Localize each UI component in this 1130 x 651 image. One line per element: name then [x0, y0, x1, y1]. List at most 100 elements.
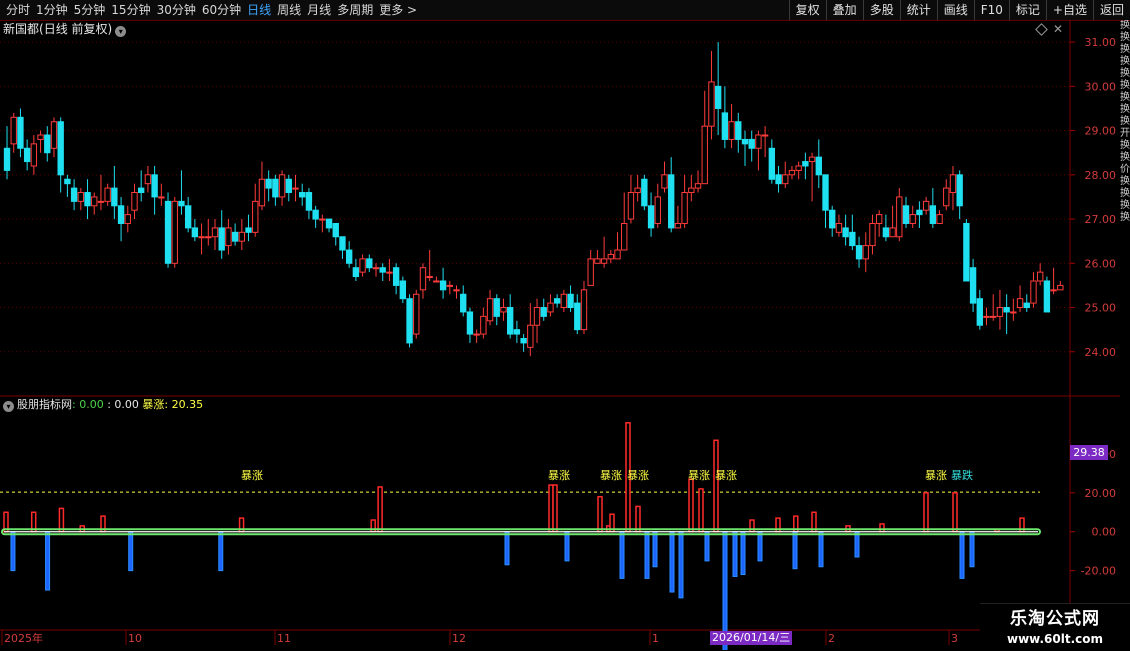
- bear-bar: [652, 531, 658, 568]
- candle: [50, 117, 58, 158]
- candle-body: [258, 178, 266, 207]
- candle-body: [694, 183, 702, 189]
- close-icon[interactable]: ✕: [1053, 21, 1063, 37]
- candle-body: [701, 125, 708, 185]
- price-tick-label: 31.00: [1085, 36, 1117, 49]
- candle-body: [84, 192, 91, 207]
- candle-body: [721, 112, 729, 140]
- chevron-down-icon[interactable]: ▾: [3, 401, 14, 412]
- candle-body: [460, 293, 467, 313]
- candle-body: [124, 214, 131, 224]
- candle: [553, 294, 561, 308]
- candle: [862, 232, 869, 273]
- candle-body: [1016, 298, 1024, 309]
- candle: [500, 298, 507, 321]
- candle: [252, 183, 259, 237]
- candle-body: [238, 231, 246, 242]
- candle-body: [882, 227, 890, 238]
- candle: [929, 188, 937, 228]
- candle-body: [835, 222, 843, 233]
- bull-bar: [688, 478, 694, 533]
- candle: [439, 267, 447, 299]
- candle: [990, 294, 997, 321]
- candle-body: [332, 222, 339, 238]
- bear-bar: [959, 531, 965, 579]
- candle: [1030, 272, 1037, 308]
- candle-body: [990, 315, 997, 318]
- candle: [822, 174, 829, 228]
- candle-body: [815, 156, 822, 176]
- candle-body: [580, 289, 588, 331]
- candle-body: [131, 192, 138, 211]
- candle-body: [184, 205, 192, 229]
- candle-body: [600, 258, 608, 264]
- candle-body: [272, 178, 279, 198]
- chevron-down-icon[interactable]: ▾: [115, 26, 127, 37]
- candle: [795, 161, 802, 180]
- candle-body: [151, 174, 158, 198]
- stock-title: 新国都(日线 前复权) ▾: [3, 21, 127, 37]
- candle-body: [178, 200, 185, 207]
- candle: [580, 280, 588, 335]
- candle-body: [1023, 302, 1030, 309]
- candle-body: [366, 258, 373, 269]
- candle: [57, 117, 64, 193]
- candle: [245, 214, 252, 242]
- candle: [829, 205, 836, 237]
- candle: [641, 174, 648, 211]
- date-tick-label: 2: [828, 632, 835, 645]
- date-tick-label: 10: [128, 632, 142, 645]
- bull-bar: [635, 505, 641, 533]
- candle: [996, 289, 1004, 330]
- candle-body: [158, 196, 165, 199]
- candle-body: [916, 209, 923, 216]
- candle-body: [875, 214, 883, 224]
- price-tick-label: 24.00: [1085, 346, 1117, 359]
- candle: [158, 183, 165, 206]
- candle-body: [1003, 307, 1010, 313]
- candle-body: [936, 214, 943, 224]
- candle-body: [453, 289, 460, 292]
- indicator-tick-label: 20.00: [1085, 487, 1117, 500]
- candle: [446, 280, 453, 295]
- crosshair-price-label: 29.38: [1070, 445, 1108, 460]
- price-tick-label: 25.00: [1085, 302, 1117, 315]
- signal-label: 暴涨: [715, 469, 737, 482]
- bear-bar: [969, 531, 975, 568]
- stock-mode: (日线 前复权): [39, 22, 113, 36]
- candle-body: [929, 205, 937, 224]
- candle-body: [527, 324, 534, 348]
- bear-bar: [740, 531, 746, 576]
- candle-body: [507, 307, 514, 335]
- candle-body: [889, 227, 896, 238]
- candle: [507, 294, 514, 339]
- indicator-name: 股朋指标网: [17, 398, 72, 411]
- candle: [694, 170, 702, 193]
- watermark-line2: www.60lt.com: [1006, 632, 1104, 646]
- bear-bar: [10, 531, 16, 572]
- candle-body: [520, 337, 527, 344]
- candle-body: [486, 298, 494, 322]
- candle-body: [37, 134, 44, 140]
- candle: [352, 258, 360, 281]
- price-tick-label: 27.00: [1085, 213, 1117, 226]
- candle-body: [768, 147, 776, 180]
- candle: [768, 139, 776, 184]
- candle-body: [64, 178, 71, 185]
- candle-body: [829, 209, 836, 229]
- candle-body: [466, 311, 474, 335]
- signal-label: 暴涨: [241, 469, 263, 482]
- candle: [10, 112, 17, 153]
- candle-body: [493, 298, 500, 317]
- candle: [661, 161, 668, 193]
- candle: [97, 174, 105, 211]
- bull-bar: [597, 495, 603, 533]
- bull-bar: [377, 486, 383, 533]
- candle-body: [943, 187, 950, 207]
- candle: [453, 285, 460, 299]
- candle: [708, 50, 715, 140]
- price-tick-label: 29.00: [1085, 125, 1117, 138]
- bull-bar: [698, 488, 704, 533]
- candle: [198, 223, 205, 255]
- candle: [782, 161, 789, 189]
